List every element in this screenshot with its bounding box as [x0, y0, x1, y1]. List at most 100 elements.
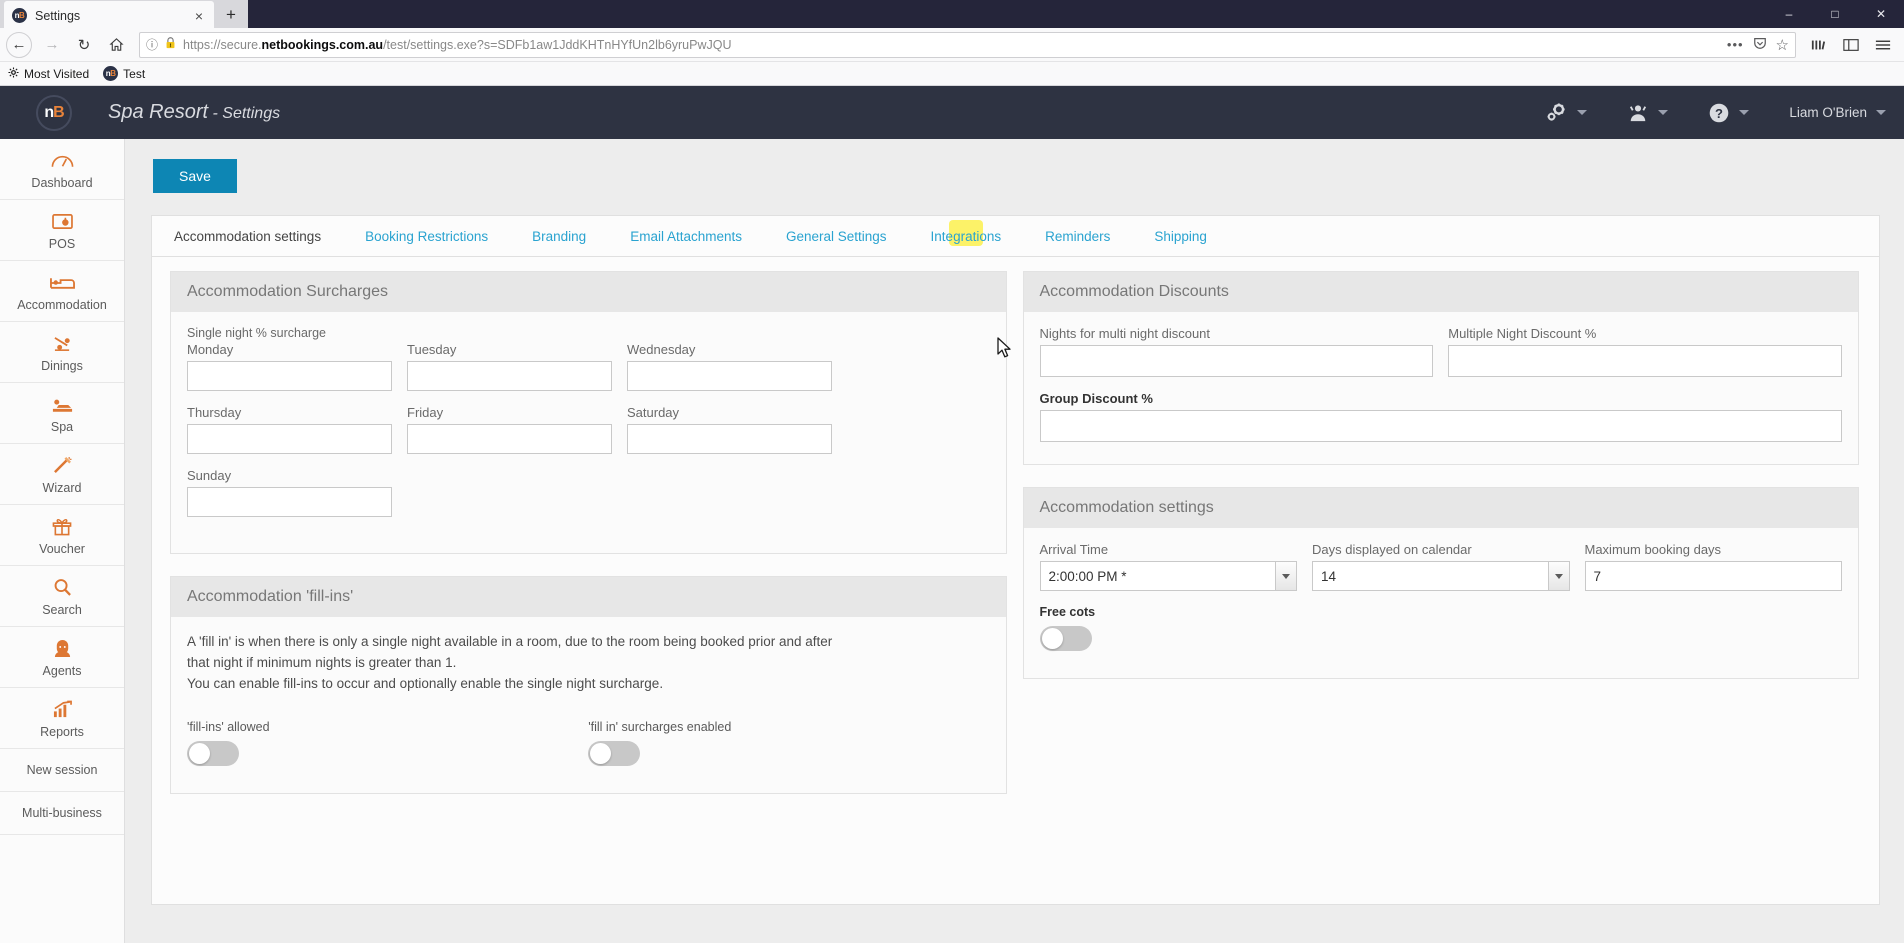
- days-displayed-select[interactable]: 14: [1312, 561, 1570, 591]
- sidebar-item-wizard[interactable]: Wizard: [0, 444, 124, 505]
- field-label: Group Discount %: [1039, 391, 1153, 406]
- header-settings-menu[interactable]: [1546, 103, 1588, 123]
- page-info-icon[interactable]: ⓘ: [146, 36, 158, 53]
- maximize-icon[interactable]: □: [1812, 0, 1858, 28]
- header-user-menu[interactable]: Liam O'Brien: [1789, 105, 1886, 120]
- nb-logo-icon[interactable]: nB: [36, 94, 72, 131]
- wednesday-surcharge-input[interactable]: [627, 361, 832, 391]
- nights-multi-night-discount-input[interactable]: [1039, 345, 1434, 377]
- svg-text:?: ?: [1715, 105, 1723, 120]
- sidebar-item-multi-business[interactable]: Multi-business: [0, 792, 124, 835]
- header-user-admin-menu[interactable]: [1627, 103, 1669, 123]
- multiple-night-discount-input[interactable]: [1448, 345, 1842, 377]
- gauge-icon: [51, 150, 74, 171]
- field-label: Saturday: [627, 405, 680, 420]
- arrival-time-select[interactable]: 2:00:00 PM *: [1039, 561, 1297, 591]
- sunday-surcharge-input[interactable]: [187, 487, 392, 517]
- tab-label: Branding: [532, 229, 587, 244]
- saturday-surcharge-input[interactable]: [627, 424, 832, 454]
- tuesday-surcharge-input[interactable]: [407, 361, 612, 391]
- sidebar-item-voucher[interactable]: Voucher: [0, 505, 124, 566]
- thursday-surcharge-input[interactable]: [187, 424, 392, 454]
- sidebar-item-dashboard[interactable]: Dashboard: [0, 139, 124, 200]
- sidebar-item-reports[interactable]: Reports: [0, 688, 124, 749]
- sidebar-item-accommodation[interactable]: Accommodation: [0, 261, 124, 322]
- settings-panel: Accommodation settings Booking Restricti…: [151, 215, 1880, 905]
- field-label: Arrival Time: [1039, 542, 1109, 557]
- business-name: Spa Resort: [108, 101, 209, 123]
- nights-multi-night-discount: Nights for multi night discount: [1039, 326, 1434, 377]
- tab-general-settings[interactable]: General Settings: [764, 216, 909, 256]
- browser-tabstrip: nB Settings × + – □ ✕: [0, 0, 1904, 28]
- field-label: Wednesday: [627, 342, 696, 357]
- surcharge-row-1: Monday Tuesday Wednesday: [187, 342, 990, 391]
- monday-surcharge-input[interactable]: [187, 361, 392, 391]
- bookmark-test[interactable]: nB Test: [103, 66, 145, 81]
- free-cots-toggle[interactable]: [1039, 626, 1092, 651]
- nb-logo-icon: nB: [12, 8, 27, 23]
- tab-shipping[interactable]: Shipping: [1132, 216, 1229, 256]
- bookmark-most-visited[interactable]: Most Visited: [8, 67, 89, 81]
- save-button[interactable]: Save: [153, 159, 237, 193]
- insecure-lock-warning-icon[interactable]: [164, 36, 177, 53]
- tab-branding[interactable]: Branding: [510, 216, 608, 256]
- field-label: Sunday: [187, 468, 232, 483]
- page-actions-menu-icon[interactable]: •••: [1727, 37, 1744, 52]
- bookmark-star-icon[interactable]: ☆: [1776, 36, 1789, 54]
- group-discount-input[interactable]: [1039, 410, 1842, 442]
- library-icon[interactable]: [1804, 31, 1834, 59]
- chevron-down-icon: [1876, 110, 1886, 115]
- browser-tab[interactable]: nB Settings ×: [4, 1, 214, 28]
- friday-surcharge-input[interactable]: [407, 424, 612, 454]
- multiple-night-discount: Multiple Night Discount %: [1448, 326, 1842, 377]
- toggle-knob: [189, 743, 210, 764]
- browser-navbar: ← → ↻ ⓘ https://secure.netbookings.com.a…: [0, 28, 1904, 62]
- fillins-allowed-toggle[interactable]: [187, 741, 239, 766]
- field-label: Multiple Night Discount %: [1448, 326, 1597, 341]
- fillins-surcharges-group: 'fill in' surcharges enabled: [588, 720, 989, 771]
- sidebar-item-dinings[interactable]: Dinings: [0, 322, 124, 383]
- pos-terminal-icon: [51, 211, 73, 232]
- home-icon[interactable]: [101, 31, 131, 59]
- single-night-surcharge-label: Single night % surcharge: [187, 326, 326, 340]
- sidebar-item-new-session[interactable]: New session: [0, 749, 124, 792]
- tab-booking-restrictions[interactable]: Booking Restrictions: [343, 216, 510, 256]
- sidebar-item-agents[interactable]: Agents: [0, 627, 124, 688]
- url-bar[interactable]: ⓘ https://secure.netbookings.com.au/test…: [139, 31, 1796, 58]
- sidebar-item-spa[interactable]: Spa: [0, 383, 124, 444]
- application: nB Spa Resort - Settings ? Liam O'Brien …: [0, 86, 1904, 943]
- sidebar-item-label: Voucher: [39, 542, 85, 556]
- sidebar-item-pos[interactable]: POS: [0, 200, 124, 261]
- tab-label: Accommodation settings: [174, 229, 322, 244]
- person-icon: [1627, 103, 1649, 123]
- back-icon[interactable]: ←: [6, 31, 32, 58]
- tab-reminders[interactable]: Reminders: [1023, 216, 1132, 256]
- pocket-icon[interactable]: [1753, 36, 1767, 53]
- window-close-icon[interactable]: ✕: [1858, 0, 1904, 28]
- save-toolbar: Save: [125, 139, 1904, 193]
- card-body: Arrival Time 2:00:00 PM * Days displayed…: [1024, 528, 1859, 678]
- user-name: Liam O'Brien: [1789, 105, 1867, 120]
- fillins-description-line-3: You can enable fill-ins to occur and opt…: [187, 676, 664, 691]
- close-icon[interactable]: ×: [192, 9, 206, 23]
- header-help-menu[interactable]: ?: [1708, 102, 1750, 124]
- tabstrip-empty-area: [248, 0, 1904, 28]
- reload-icon[interactable]: ↻: [69, 31, 99, 59]
- sidebar-item-label: POS: [48, 237, 76, 251]
- tab-email-attachments[interactable]: Email Attachments: [608, 216, 764, 256]
- hamburger-menu-icon[interactable]: [1868, 31, 1898, 59]
- new-tab-button[interactable]: +: [214, 1, 248, 28]
- surcharge-row-3: Sunday: [187, 468, 990, 517]
- accommodation-settings-card: Accommodation settings Arrival Time 2:00…: [1022, 487, 1859, 679]
- tab-accommodation-settings[interactable]: Accommodation settings: [152, 216, 344, 256]
- settings-row-1: Arrival Time 2:00:00 PM * Days displayed…: [1039, 542, 1842, 591]
- tab-integrations[interactable]: Integrations: [909, 216, 1024, 256]
- fillins-surcharges-toggle[interactable]: [588, 741, 641, 766]
- gift-icon: [52, 516, 72, 537]
- sidebar-icon[interactable]: [1836, 31, 1866, 59]
- discount-row-1: Nights for multi night discount Multiple…: [1039, 326, 1842, 377]
- forward-icon[interactable]: →: [37, 31, 67, 59]
- sidebar-item-search[interactable]: Search: [0, 566, 124, 627]
- maximum-booking-days-input[interactable]: [1584, 561, 1842, 591]
- minimize-icon[interactable]: –: [1766, 0, 1812, 28]
